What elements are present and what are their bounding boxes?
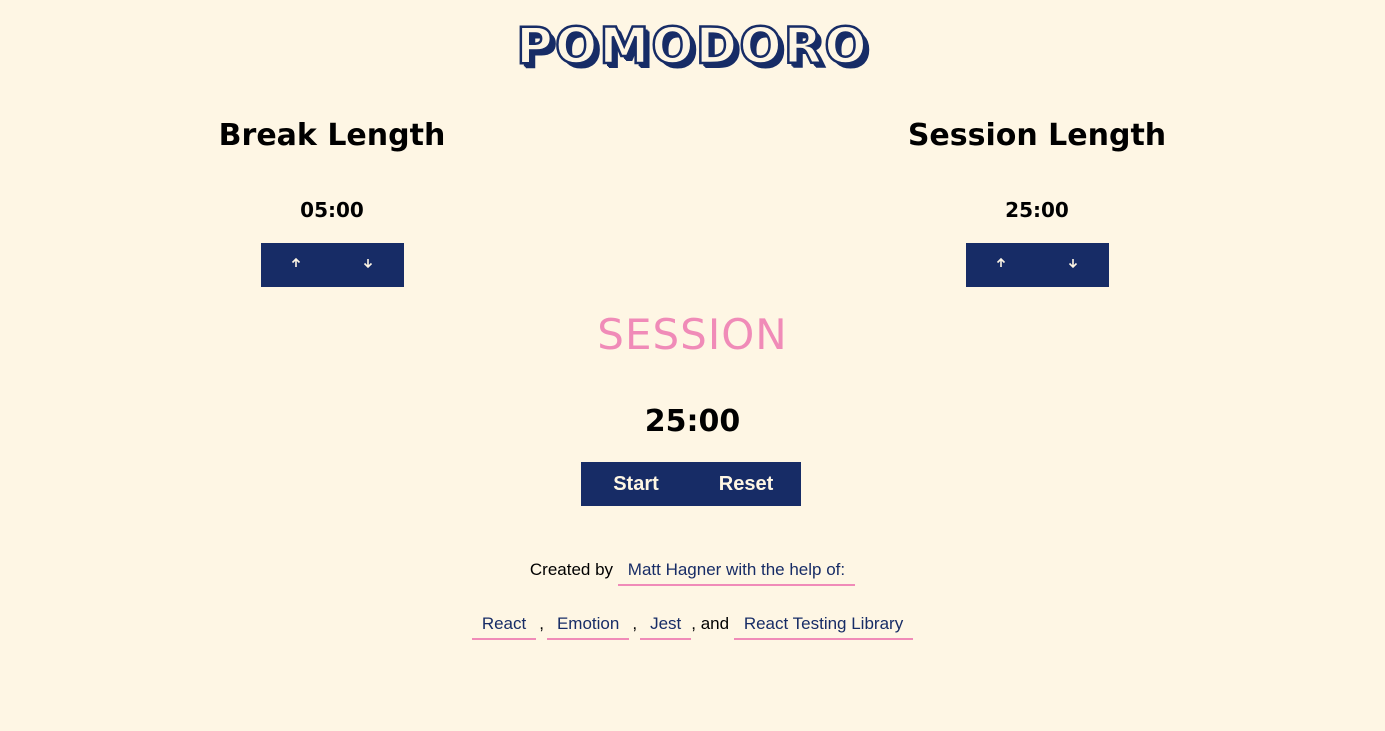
- timer-display: 25:00: [644, 404, 741, 439]
- session-decrement-button[interactable]: [1037, 243, 1109, 287]
- arrow-down-icon: [362, 257, 374, 273]
- break-increment-button[interactable]: [261, 243, 333, 287]
- tools-line: React, Emotion, Jest, and React Testing Li…: [0, 614, 1385, 640]
- break-decrement-button[interactable]: [332, 243, 404, 287]
- pomodoro-page: POMODORO Break Length 05:00 Session Leng…: [0, 0, 1385, 731]
- author-link[interactable]: Matt Hagner with the help of:: [617, 560, 856, 586]
- separator: ,: [539, 614, 544, 633]
- session-increment-button[interactable]: [966, 243, 1038, 287]
- react-link[interactable]: React: [471, 614, 537, 640]
- break-length-controls: [260, 243, 404, 287]
- start-button[interactable]: Start: [581, 462, 691, 506]
- credits-line: Created by Matt Hagner with the help of:: [0, 560, 1385, 586]
- and-text: , and: [691, 614, 730, 633]
- timer-label: SESSION: [597, 310, 788, 359]
- emotion-link[interactable]: Emotion: [546, 614, 630, 640]
- arrow-up-icon: [290, 257, 302, 273]
- timer-controls: Start Reset: [581, 462, 801, 506]
- react-testing-library-link[interactable]: React Testing Library: [733, 614, 914, 640]
- break-length-value: 05:00: [300, 198, 364, 222]
- session-length-controls: [965, 243, 1109, 287]
- created-by-text: Created by: [529, 560, 614, 579]
- reset-button[interactable]: Reset: [691, 462, 801, 506]
- separator: ,: [632, 614, 638, 633]
- arrow-up-icon: [995, 257, 1007, 273]
- break-length-title: Break Length: [218, 118, 446, 153]
- app-logo: POMODORO: [515, 16, 869, 77]
- session-length-value: 25:00: [1005, 198, 1069, 222]
- arrow-down-icon: [1067, 257, 1079, 273]
- session-length-title: Session Length: [907, 118, 1167, 153]
- session-length-panel: Session Length 25:00: [827, 112, 1247, 287]
- jest-link[interactable]: Jest: [640, 614, 692, 640]
- break-length-panel: Break Length 05:00: [122, 112, 542, 287]
